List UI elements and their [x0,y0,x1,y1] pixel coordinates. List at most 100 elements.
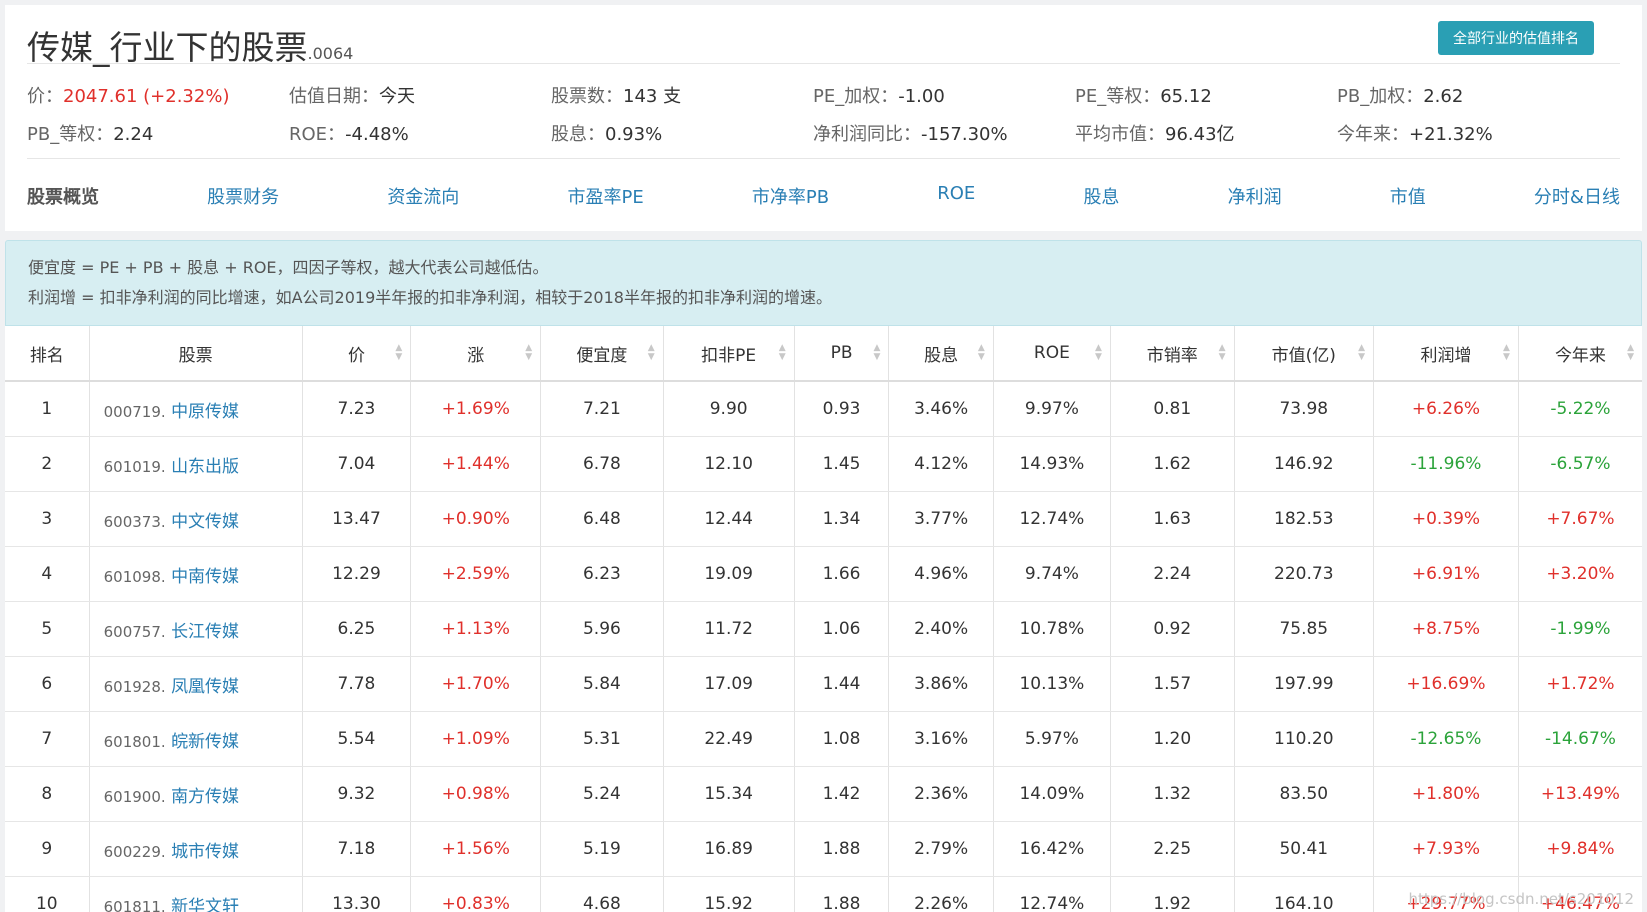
stock-name-link[interactable]: 山东出版 [171,457,239,477]
cheapness-cell: 5.24 [540,766,664,822]
table-row[interactable]: 6 601928. 凤凰传媒 7.78 +1.70% 5.84 17.09 1.44 3.86… [5,656,1642,712]
table-row[interactable]: 3 600373. 中文传媒 13.47 +0.90% 6.48 12.44 1.34 3.7… [5,491,1642,547]
roe-cell: 12.74% [993,876,1111,912]
profit-growth-cell: +6.26% [1373,381,1519,437]
stock-name-link[interactable]: 城市传媒 [171,842,239,862]
column-header-label: 今年来 [1554,345,1606,366]
stock-name-link[interactable]: 皖新传媒 [171,732,239,752]
stat-value: 2.24 [113,124,154,145]
ps-cell: 1.57 [1110,656,1235,712]
market-cap-cell: 50.41 [1234,821,1375,877]
sort-icon[interactable]: ▲ ▼ [978,344,985,362]
roe-cell: 5.97% [993,711,1111,767]
dividend-cell: 4.96% [888,546,994,602]
dividend-cell: 2.36% [888,766,994,822]
profit-growth-cell: +8.75% [1373,601,1519,657]
table-row[interactable]: 4 601098. 中南传媒 12.29 +2.59% 6.23 19.09 1.66 4.9… [5,546,1642,602]
column-header[interactable]: PB ▲ ▼ [794,326,890,382]
sort-icon[interactable]: ▲ ▼ [1095,344,1102,362]
nav-tab[interactable]: 资金流向 [387,183,459,209]
pe-cell: 15.34 [663,766,795,822]
stock-name-link[interactable]: 凤凰传媒 [171,677,239,697]
stock-cell: 601811. 新华文轩 [89,876,303,912]
sort-icon[interactable]: ▲ ▼ [1627,344,1634,362]
sort-icon[interactable]: ▲ ▼ [1358,344,1365,362]
column-header[interactable]: 涨 ▲ ▼ [410,326,542,382]
sort-icon[interactable]: ▲ ▼ [1503,344,1510,362]
pe-cell: 22.49 [663,711,795,767]
column-header-label: 股票 [178,345,213,366]
ps-cell: 2.24 [1110,546,1235,602]
table-row[interactable]: 8 601900. 南方传媒 9.32 +0.98% 5.24 15.34 1.42 2.36… [5,766,1642,822]
stock-name-link[interactable]: 中南传媒 [171,567,239,587]
stat-item: PB_等权：2.24 [27,120,289,146]
stock-name-link[interactable]: 中文传媒 [171,512,239,532]
nav-tab[interactable]: 净利润 [1228,183,1282,209]
sort-icon[interactable]: ▲ ▼ [395,344,402,362]
price-cell: 6.25 [302,601,412,657]
change-cell: +1.09% [410,711,542,767]
stat-label: PB_加权： [1337,86,1424,107]
rank-cell: 9 [5,821,90,877]
stat-item: 估值日期：今天 [289,82,551,108]
nav-tab[interactable]: 分时&日线 [1534,183,1620,209]
nav-tab[interactable]: 股票财务 [207,183,279,209]
nav-tab[interactable]: ROE [937,183,975,209]
column-header[interactable]: 扣非PE ▲ ▼ [663,326,795,382]
nav-tab[interactable]: 市净率PB [752,183,829,209]
change-cell: +2.59% [410,546,542,602]
ps-cell: 0.81 [1110,381,1235,437]
stat-value: 143 支 [623,86,682,107]
stock-name-link[interactable]: 南方传媒 [171,787,239,807]
sort-icon[interactable]: ▲ ▼ [874,344,881,362]
column-header-label: ROE [1033,343,1070,363]
industry-ranking-button[interactable]: 全部行业的估值排名 [1438,21,1594,55]
price-cell: 5.54 [302,711,412,767]
nav-tab[interactable]: 股票概览 [27,183,99,209]
rank-cell: 8 [5,766,90,822]
column-header[interactable]: ROE ▲ ▼ [993,326,1111,382]
change-cell: +1.13% [410,601,542,657]
column-header[interactable]: 价 ▲ ▼ [302,326,412,382]
nav-tab[interactable]: 市盈率PE [567,183,643,209]
stat-value: 今天 [379,86,415,107]
column-header[interactable]: 市销率 ▲ ▼ [1110,326,1235,382]
price-cell: 12.29 [302,546,412,602]
sort-icon[interactable]: ▲ ▼ [1219,344,1226,362]
rank-cell: 4 [5,546,90,602]
divider [27,63,1620,64]
sort-icon[interactable]: ▲ ▼ [648,344,655,362]
pb-cell: 1.08 [794,711,890,767]
stock-name-link[interactable]: 新华文轩 [171,897,239,912]
sort-icon[interactable]: ▲ ▼ [525,344,532,362]
stock-name-link[interactable]: 中原传媒 [171,402,239,422]
ps-cell: 0.92 [1110,601,1235,657]
column-header[interactable]: 今年来 ▲ ▼ [1518,326,1642,382]
stat-item: 今年来：+21.32% [1337,120,1599,146]
column-header: 股票 [89,326,303,382]
stat-value: 2047.61 (+2.32%) [63,86,230,107]
column-header[interactable]: 市值(亿) ▲ ▼ [1234,326,1375,382]
table-row[interactable]: 1 000719. 中原传媒 7.23 +1.69% 7.21 9.90 0.93 3.46%… [5,381,1642,437]
sort-icon[interactable]: ▲ ▼ [779,344,786,362]
rank-cell: 1 [5,381,90,437]
stat-item: PB_加权：2.62 [1337,82,1599,108]
column-header[interactable]: 便宜度 ▲ ▼ [540,326,664,382]
table-row[interactable]: 2 601019. 山东出版 7.04 +1.44% 6.78 12.10 1.45 4.12… [5,436,1642,492]
price-cell: 7.18 [302,821,412,877]
column-header[interactable]: 股息 ▲ ▼ [888,326,994,382]
nav-tab[interactable]: 股息 [1083,183,1119,209]
table-row[interactable]: 9 600229. 城市传媒 7.18 +1.56% 5.19 16.89 1.88 2.79… [5,821,1642,877]
pe-cell: 19.09 [663,546,795,602]
page-title: 传媒_行业下的股票 [27,28,308,67]
profit-growth-cell: -11.96% [1373,436,1519,492]
nav-tab[interactable]: 市值 [1390,183,1426,209]
stock-name-link[interactable]: 长江传媒 [171,622,239,642]
market-cap-cell: 73.98 [1234,381,1375,437]
table-row[interactable]: 7 601801. 皖新传媒 5.54 +1.09% 5.31 22.49 1.08 3.16… [5,711,1642,767]
cheapness-cell: 6.48 [540,491,664,547]
column-header[interactable]: 利润增 ▲ ▼ [1373,326,1519,382]
table-row[interactable]: 10 601811. 新华文轩 13.30 +0.83% 4.68 15.92 1.88 2.… [5,876,1642,912]
cheapness-cell: 4.68 [540,876,664,912]
table-row[interactable]: 5 600757. 长江传媒 6.25 +1.13% 5.96 11.72 1.06 2.40… [5,601,1642,657]
